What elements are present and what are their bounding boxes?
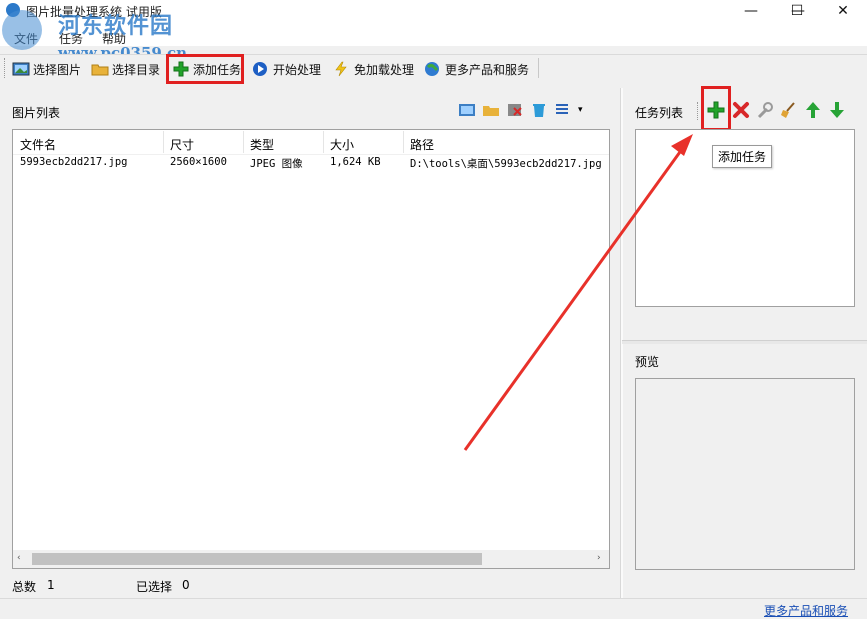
annotation-arrow xyxy=(0,0,867,615)
